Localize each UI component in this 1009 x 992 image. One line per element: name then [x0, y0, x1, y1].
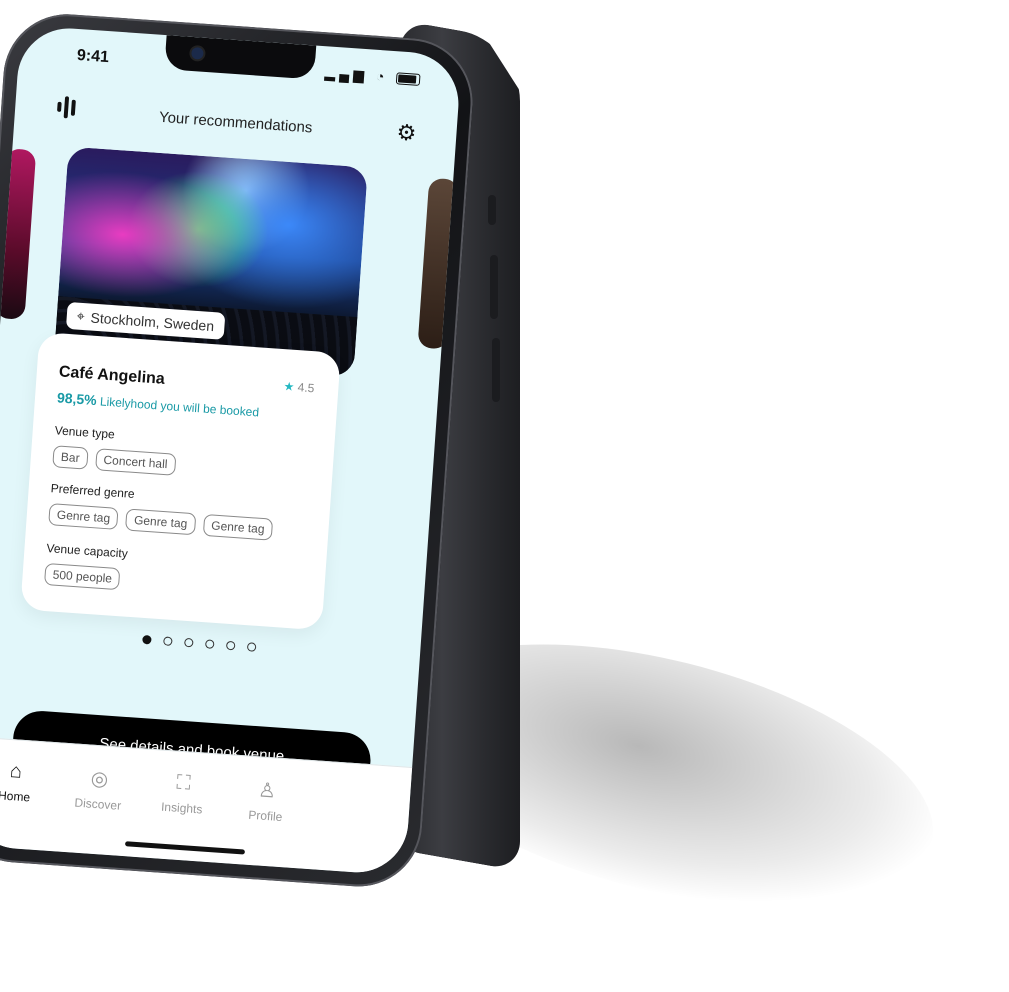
phone-screen: 9:41 ▂▄▆ ◔ Your recommendations ⚙ ⌖ Stoc…	[0, 24, 462, 876]
page-dot[interactable]	[225, 640, 236, 651]
status-icons: ▂▄▆ ◔	[324, 64, 421, 88]
gear-icon[interactable]: ⚙	[396, 119, 417, 146]
header: Your recommendations ⚙	[14, 89, 457, 154]
camera-icon	[191, 46, 204, 60]
tag-genre: Genre tag	[48, 503, 119, 530]
venue-info-card[interactable]: Café Angelina ★ 4.5 98,5% Likelyhood you…	[20, 331, 341, 631]
page-dot[interactable]	[142, 634, 152, 645]
tab-label: Insights	[160, 799, 203, 817]
volume-down-button	[492, 338, 500, 402]
page-dot[interactable]	[163, 636, 173, 646]
tab-discover[interactable]: ◎ Discover	[62, 764, 135, 814]
star-icon: ★	[283, 379, 295, 394]
volume-up-button	[490, 255, 498, 319]
page-dot[interactable]	[204, 639, 215, 649]
rating-value: 4.5	[297, 380, 315, 396]
tag-genre: Genre tag	[125, 508, 197, 536]
home-icon: ⌂	[9, 760, 23, 783]
venue-type-label: Venue type	[54, 423, 116, 442]
tag-venue-type: Bar	[52, 445, 89, 470]
battery-icon	[395, 72, 421, 87]
pagination-dots	[0, 623, 420, 663]
tag-genre: Genre tag	[202, 513, 274, 541]
genre-tags: Genre tag Genre tag Genre tag	[48, 503, 274, 541]
location-pin-icon: ⌖	[76, 307, 86, 325]
tab-label: Profile	[247, 807, 283, 825]
venue-type-tags: Bar Concert hall	[52, 445, 177, 476]
capacity-tags: 500 people	[43, 562, 121, 591]
tab-insights[interactable]: ⛶ Insights	[146, 770, 219, 818]
phone: 9:41 ▂▄▆ ◔ Your recommendations ⚙ ⌖ Stoc…	[0, 10, 477, 891]
wifi-icon: ◔	[375, 67, 389, 85]
tag-capacity: 500 people	[43, 562, 121, 591]
page-dot[interactable]	[184, 637, 194, 648]
venue-name: Café Angelina	[58, 363, 166, 388]
signal-icon: ▂▄▆	[324, 64, 369, 84]
tab-home[interactable]: ⌂ Home	[0, 758, 52, 806]
chart-icon: ⛶	[175, 771, 192, 795]
likelihood-percent: 98,5%	[56, 389, 98, 409]
page-dot[interactable]	[246, 642, 257, 652]
page-title: Your recommendations	[158, 108, 313, 137]
profile-icon: ♙	[257, 779, 277, 803]
capacity-label: Venue capacity	[46, 541, 129, 561]
location-text: Stockholm, Sweden	[90, 309, 215, 334]
likelihood-text: Likelyhood you will be booked	[99, 394, 260, 420]
rating: ★ 4.5	[283, 379, 315, 395]
tag-venue-type: Concert hall	[94, 448, 177, 476]
tab-label: Discover	[74, 795, 122, 813]
tab-label: Home	[0, 788, 31, 805]
compass-icon: ◎	[90, 767, 110, 791]
tab-profile[interactable]: ♙ Profile	[230, 776, 303, 826]
booking-likelihood: 98,5% Likelyhood you will be booked	[57, 389, 260, 419]
side-button	[488, 195, 496, 225]
status-time: 9:41	[76, 46, 110, 67]
home-indicator	[124, 841, 246, 855]
genre-label: Preferred genre	[50, 481, 136, 501]
